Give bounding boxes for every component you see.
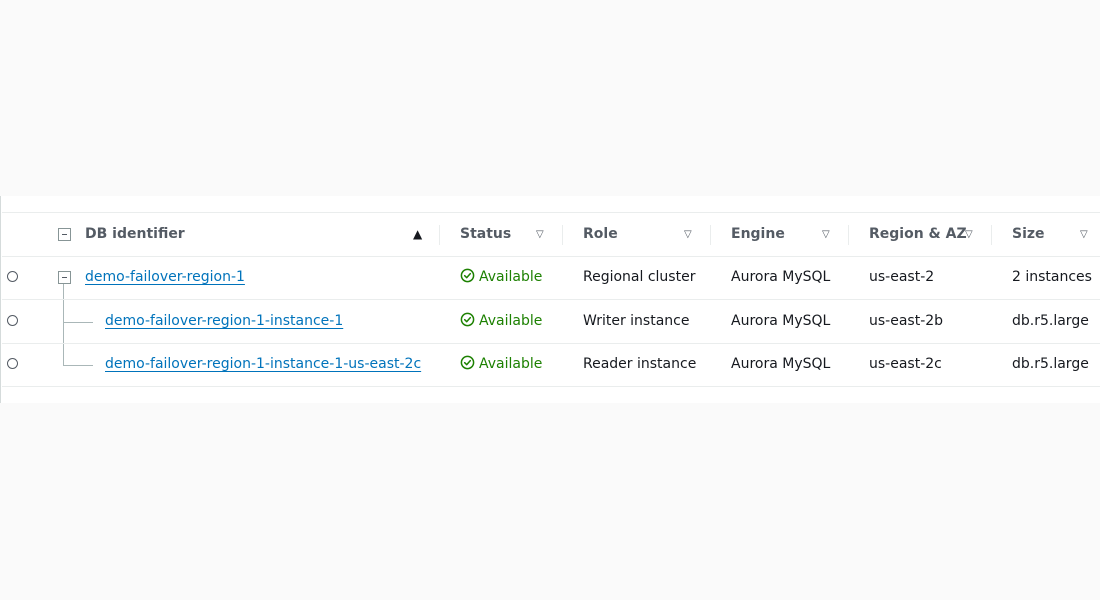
table-header-row: DB identifier ▲ Status ▽ Role ▽ Engine ▽… xyxy=(2,212,1100,257)
engine-cell: Aurora MySQL xyxy=(731,356,831,372)
role-cell: Reader instance xyxy=(583,356,697,372)
column-divider[interactable] xyxy=(710,225,711,245)
region-az-cell: us-east-2b xyxy=(869,313,944,329)
check-circle-icon xyxy=(460,312,475,327)
region-az-cell: us-east-2c xyxy=(869,356,942,372)
status-text: Available xyxy=(479,269,543,285)
table-row[interactable]: demo-failover-region-1 Available Regiona… xyxy=(2,256,1100,300)
db-identifier-link[interactable]: demo-failover-region-1 xyxy=(85,256,245,299)
status-cell: Available xyxy=(460,343,542,386)
collapse-all-icon[interactable] xyxy=(58,228,71,241)
sort-icon[interactable]: ▽ xyxy=(684,213,692,256)
column-divider[interactable] xyxy=(848,225,849,245)
engine-cell: Aurora MySQL xyxy=(731,313,831,329)
db-identifier-link[interactable]: demo-failover-region-1-instance-1 xyxy=(105,300,343,343)
check-circle-icon xyxy=(460,355,475,370)
role-cell: Writer instance xyxy=(583,313,690,329)
sort-icon[interactable]: ▽ xyxy=(965,213,973,256)
row-select-radio[interactable] xyxy=(7,315,18,326)
column-header-status[interactable]: Status xyxy=(460,213,511,256)
databases-table: DB identifier ▲ Status ▽ Role ▽ Engine ▽… xyxy=(0,196,1100,403)
column-header-role[interactable]: Role xyxy=(583,213,618,256)
table-row[interactable]: demo-failover-region-1-instance-1-us-eas… xyxy=(2,343,1100,387)
row-select-radio[interactable] xyxy=(7,358,18,369)
column-divider[interactable] xyxy=(991,225,992,245)
region-az-cell: us-east-2 xyxy=(869,269,935,285)
size-cell: db.r5.large xyxy=(1012,313,1089,329)
status-cell: Available xyxy=(460,256,542,299)
engine-cell: Aurora MySQL xyxy=(731,269,831,285)
column-header-region-az[interactable]: Region & AZ xyxy=(869,213,967,256)
role-cell: Regional cluster xyxy=(583,269,696,285)
column-divider[interactable] xyxy=(562,225,563,245)
row-select-radio[interactable] xyxy=(7,271,18,282)
status-cell: Available xyxy=(460,300,542,343)
sort-icon[interactable]: ▽ xyxy=(1080,213,1088,256)
status-text: Available xyxy=(479,356,543,372)
sort-icon[interactable]: ▽ xyxy=(822,213,830,256)
collapse-row-icon[interactable] xyxy=(58,271,71,284)
column-header-engine[interactable]: Engine xyxy=(731,213,785,256)
size-cell: db.r5.large xyxy=(1012,356,1089,372)
column-header-db-identifier[interactable]: DB identifier xyxy=(85,213,185,256)
column-divider[interactable] xyxy=(439,225,440,245)
status-text: Available xyxy=(479,313,543,329)
check-circle-icon xyxy=(460,268,475,283)
size-cell: 2 instances xyxy=(1012,269,1092,285)
sort-icon[interactable]: ▽ xyxy=(536,213,544,256)
db-identifier-link[interactable]: demo-failover-region-1-instance-1-us-eas… xyxy=(105,343,421,386)
table-row[interactable]: demo-failover-region-1-instance-1 Availa… xyxy=(2,300,1100,344)
column-header-size[interactable]: Size xyxy=(1012,213,1045,256)
sort-ascending-icon[interactable]: ▲ xyxy=(413,213,422,256)
